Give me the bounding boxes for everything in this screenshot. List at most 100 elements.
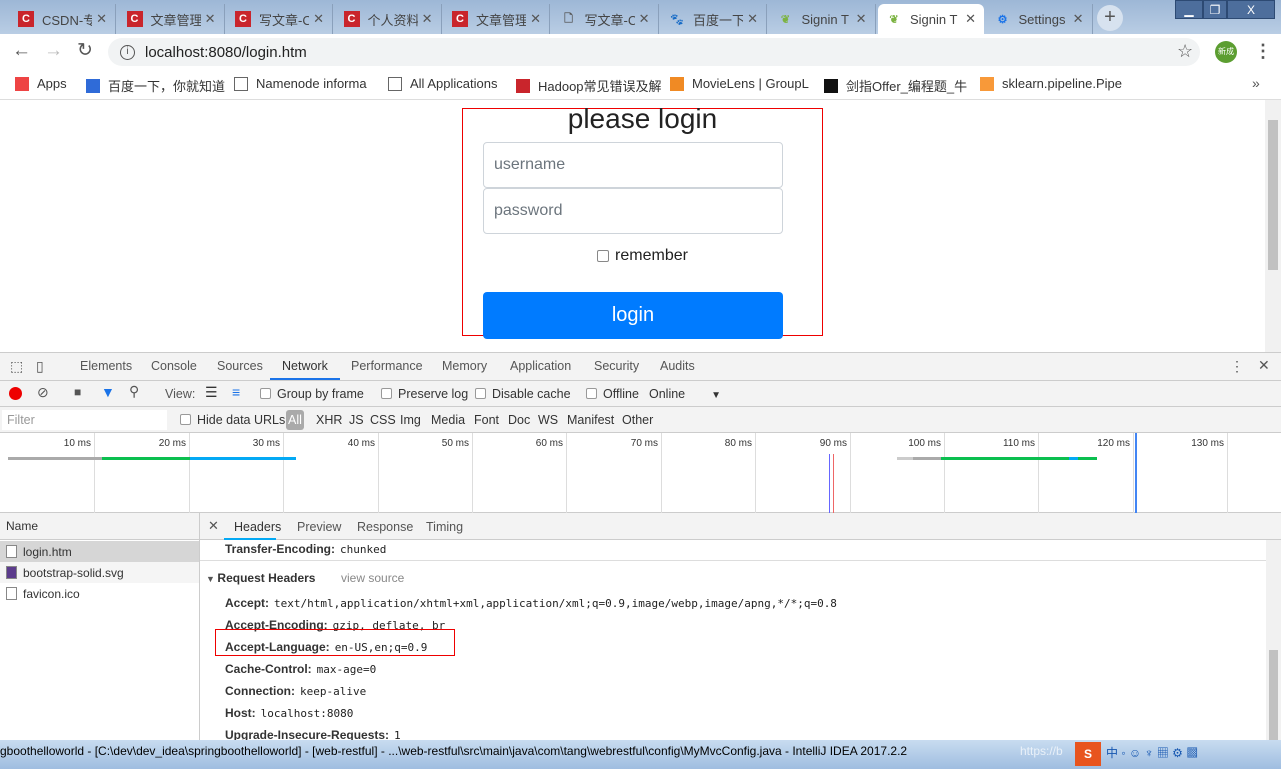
filter-type-button[interactable]: WS [538,413,558,427]
group-by-frame-checkbox[interactable]: Group by frame [260,387,364,401]
devtools-tab[interactable]: Sources [217,359,263,373]
close-tab-icon[interactable]: ✕ [965,11,976,27]
request-row[interactable]: bootstrap-solid.svg [0,562,199,583]
page-scrollbar[interactable] [1265,100,1281,352]
login-button[interactable]: login [483,292,783,339]
close-tab-icon[interactable]: ✕ [530,11,541,27]
detail-tab[interactable]: Response [357,520,413,534]
devtools-tab[interactable]: Security [594,359,639,373]
info-icon[interactable]: i [120,44,135,60]
ime-icon[interactable]: S [1075,742,1101,766]
detail-tab[interactable]: Preview [297,520,341,534]
forward-icon[interactable]: → [44,40,63,62]
username-input[interactable]: username [483,142,783,188]
filter-icon[interactable]: ▼ [101,384,115,400]
filter-type-button[interactable]: Doc [508,413,530,427]
filter-type-button[interactable]: Manifest [567,413,614,427]
browser-tab[interactable]: ⚙ Settings ✕ [987,4,1093,34]
bookmark-item[interactable]: sklearn.pipeline.Pipe [980,76,1122,91]
devtools-tab[interactable]: Elements [80,359,132,373]
close-detail-icon[interactable]: ✕ [208,518,219,534]
request-row[interactable]: favicon.ico [0,583,199,604]
browser-tab[interactable]: C 文章管理 ✕ [119,4,225,34]
bookmark-item[interactable]: Hadoop常见错误及解 [516,76,662,95]
search-icon[interactable]: ⚲ [129,383,139,400]
close-window-button[interactable]: X [1227,0,1275,19]
record-icon[interactable] [9,387,22,400]
browser-tab[interactable]: C 文章管理 ✕ [444,4,550,34]
bookmark-item[interactable]: 百度一下，你就知道 [86,76,225,95]
hide-data-urls-checkbox[interactable]: Hide data URLs [180,413,285,427]
devtools-tab[interactable]: Network [282,359,328,373]
browser-tab[interactable]: 🐾 百度一下 ✕ [661,4,767,34]
screenshot-camera-icon[interactable]: ■ [74,385,81,399]
filter-type-button[interactable]: Other [622,413,653,427]
filter-type-button[interactable]: Media [431,413,465,427]
new-tab-button[interactable]: + [1097,5,1123,31]
bookmark-item[interactable]: All Applications [388,76,497,91]
devtools-tab[interactable]: Performance [351,359,423,373]
password-input[interactable]: password [483,188,783,234]
close-tab-icon[interactable]: ✕ [422,11,433,27]
browser-tab[interactable]: C 写文章-C ✕ [227,4,333,34]
filter-type-button[interactable]: Img [400,413,421,427]
profile-avatar[interactable]: 新成 [1215,41,1237,63]
close-tab-icon[interactable]: ✕ [205,11,216,27]
remember-checkbox[interactable] [597,250,610,262]
close-tab-icon[interactable]: ✕ [856,11,867,27]
inspect-element-icon[interactable]: ⬚ [10,358,23,375]
filter-type-button[interactable]: JS [349,413,364,427]
network-overview-timeline[interactable]: 10 ms 20 ms 30 ms 40 ms 50 ms 60 ms 70 ms 80 ms… [0,433,1281,513]
bookmark-star-icon[interactable]: ☆ [1177,41,1193,62]
bookmark-item[interactable]: 剑指Offer_编程题_牛 [824,76,967,95]
view-source-link[interactable]: view source [341,571,404,585]
devtools-menu-icon[interactable]: ⋮ [1230,358,1244,375]
ime-tray-icons[interactable]: 中 ◦ ☺ ♆ ▦ ⚙ ▩ [1106,744,1198,761]
detail-tab[interactable]: Timing [426,520,463,534]
close-tab-icon[interactable]: ✕ [747,11,758,27]
menu-icon[interactable]: ⋮ [1254,41,1272,62]
address-bar[interactable]: i localhost:8080/login.htm [108,38,1200,66]
devtools-close-icon[interactable]: ✕ [1258,357,1270,374]
browser-tab[interactable]: C CSDN-专 ✕ [10,4,116,34]
filter-input[interactable]: Filter [2,410,167,430]
preserve-log-checkbox[interactable]: Preserve log [381,387,468,401]
close-tab-icon[interactable]: ✕ [639,11,650,27]
url-text[interactable]: localhost:8080/login.htm [145,44,307,61]
timeline-cursor[interactable] [1135,433,1137,513]
restore-button[interactable]: ❐ [1203,0,1227,19]
minimize-button[interactable]: ▁ [1175,0,1203,19]
close-tab-icon[interactable]: ✕ [96,11,107,27]
offline-checkbox[interactable]: Offline [586,387,639,401]
reload-icon[interactable]: ↻ [77,39,93,62]
bookmark-item[interactable]: Namenode informa [234,76,367,91]
devtools-tab[interactable]: Memory [442,359,487,373]
browser-tab[interactable]: ❦ Signin T ✕ [770,4,876,34]
clear-icon[interactable]: ⊘ [37,384,49,401]
devtools-tab[interactable]: Audits [660,359,695,373]
device-toolbar-icon[interactable]: ▯ [36,358,44,375]
detail-tab[interactable]: Headers [234,520,281,534]
large-rows-icon[interactable]: ☰ [205,384,218,401]
browser-tab[interactable]: C 个人资料 ✕ [336,4,442,34]
waterfall-icon[interactable]: ≡ [232,384,240,400]
disable-cache-checkbox[interactable]: Disable cache [475,387,571,401]
browser-tab[interactable]: ❦ Signin T ✕ [878,4,984,34]
filter-type-button[interactable]: All [286,410,304,430]
devtools-tab[interactable]: Console [151,359,197,373]
filter-type-button[interactable]: Font [474,413,499,427]
close-tab-icon[interactable]: ✕ [1073,11,1084,27]
bookmark-item[interactable]: MovieLens | GroupL [670,76,809,91]
filter-type-button[interactable]: XHR [316,413,342,427]
request-headers-section-toggle[interactable]: ▼ Request Headers [206,571,315,585]
throttling-select[interactable]: Online ▼ [649,387,721,401]
back-icon[interactable]: ← [12,40,31,62]
bookmark-item[interactable]: Apps [15,76,67,91]
devtools-tab[interactable]: Application [510,359,571,373]
filter-type-button[interactable]: CSS [370,413,396,427]
close-tab-icon[interactable]: ✕ [313,11,324,27]
detail-scrollbar[interactable] [1266,540,1281,741]
name-column-header[interactable]: Name [0,513,199,540]
bookmarks-overflow-icon[interactable]: » [1252,75,1260,91]
browser-tab[interactable]: 🗋 写文章-C ✕ [553,4,659,34]
